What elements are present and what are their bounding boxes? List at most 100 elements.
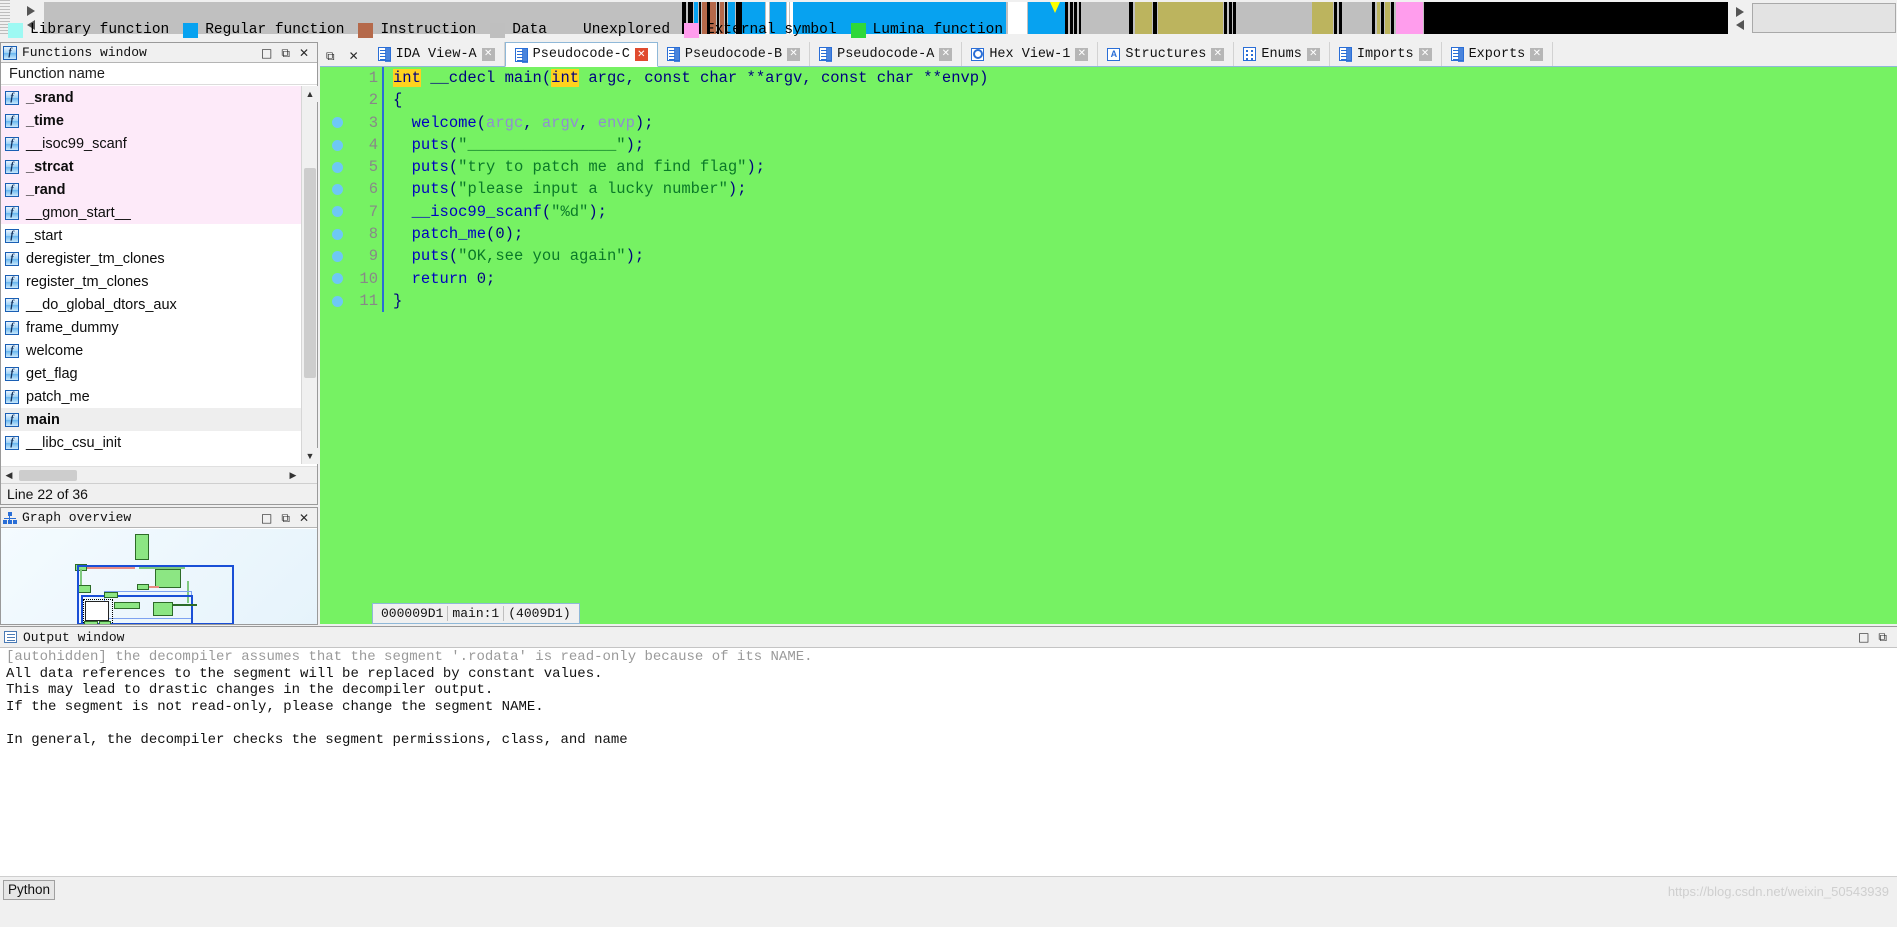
scroll-left-icon[interactable]: ◀ — [1, 467, 17, 483]
code-line-text[interactable]: return 0; — [382, 267, 495, 290]
tab-close-icon[interactable]: ✕ — [481, 47, 495, 61]
code-line-marker-icon[interactable] — [331, 295, 343, 307]
functions-float-button[interactable]: ⧉ — [281, 47, 290, 59]
breakpoint-gutter[interactable] — [320, 206, 354, 218]
breakpoint-gutter[interactable] — [320, 117, 354, 129]
code-line[interactable]: 11} — [320, 289, 1897, 313]
function-list-item[interactable]: f _strcat — [1, 155, 301, 178]
code-line[interactable]: 1 int __cdecl main(int argc, const char *… — [320, 67, 1897, 90]
graph-close-button[interactable]: ✕ — [299, 512, 309, 524]
tab-close-icon[interactable]: ✕ — [634, 48, 648, 61]
functions-restore-button[interactable]: □ — [261, 47, 272, 59]
tab-close-icon[interactable]: ✕ — [1418, 47, 1432, 61]
code-line-text[interactable]: puts("________________"); — [382, 133, 644, 157]
pseudocode-text[interactable]: 1 int __cdecl main(int argc, const char *… — [320, 67, 1897, 624]
code-line[interactable]: 9 puts("OK,see you again"); — [320, 245, 1897, 268]
editor-tab-structures[interactable]: A Structures ✕ — [1098, 42, 1235, 66]
breakpoint-gutter[interactable] — [320, 251, 354, 263]
output-restore-button[interactable]: □ — [1858, 631, 1869, 643]
code-line[interactable]: 10 return 0; — [320, 267, 1897, 290]
breakpoint-gutter[interactable] — [320, 161, 354, 173]
code-line-marker-icon[interactable] — [331, 139, 343, 151]
function-list-item[interactable]: f __gmon_start__ — [1, 201, 301, 224]
breakpoint-gutter[interactable] — [320, 139, 354, 151]
code-line-marker-icon[interactable] — [331, 228, 343, 240]
code-line[interactable]: 2{ — [320, 89, 1897, 112]
output-log[interactable]: [autohidden] the decompiler assumes that… — [0, 648, 1897, 876]
code-line-text[interactable]: puts("OK,see you again"); — [382, 245, 644, 268]
breakpoint-gutter[interactable] — [320, 295, 354, 307]
function-list-item[interactable]: f _srand — [1, 86, 301, 109]
function-list-item[interactable]: f register_tm_clones — [1, 270, 301, 293]
code-line-marker-icon[interactable] — [331, 184, 343, 196]
editor-tab-hex-view-1[interactable]: Hex View-1 ✕ — [962, 42, 1099, 66]
editor-tab-ida-view-a[interactable]: IDA View-A ✕ — [368, 42, 505, 66]
code-line-text[interactable]: } — [382, 289, 402, 313]
function-list-item[interactable]: f __libc_csu_init — [1, 431, 301, 454]
function-list-item[interactable]: f welcome — [1, 339, 301, 362]
functions-list[interactable]: f _srand f _time f __isoc99_scanf f _strcat f _ra… — [1, 86, 301, 464]
code-line-text[interactable]: patch_me(0); — [382, 223, 523, 246]
tab-close-icon[interactable]: ✕ — [939, 47, 953, 61]
code-line-marker-icon[interactable] — [331, 206, 343, 218]
python-cli-button[interactable]: Python — [3, 879, 55, 900]
scroll-up-icon[interactable]: ▲ — [302, 86, 318, 102]
code-line-text[interactable]: int __cdecl main(int argc, const char **… — [382, 67, 988, 90]
code-line[interactable]: 5 puts("try to patch me and find flag"); — [320, 156, 1897, 179]
editor-tab-pseudocode-a[interactable]: Pseudocode-A ✕ — [810, 42, 963, 66]
nav-page-right-icon[interactable] — [1736, 6, 1744, 17]
scroll-down-icon[interactable]: ▼ — [302, 448, 318, 464]
tab-close-icon[interactable]: ✕ — [1530, 47, 1544, 61]
function-list-item[interactable]: f main — [1, 408, 301, 431]
breakpoint-gutter[interactable] — [320, 228, 354, 240]
code-line-marker-icon[interactable] — [331, 273, 343, 285]
breakpoint-gutter[interactable] — [320, 184, 354, 196]
scrollbar-thumb[interactable] — [304, 168, 316, 378]
code-line-marker-icon[interactable] — [331, 161, 343, 173]
code-line-text[interactable]: puts("try to patch me and find flag"); — [382, 156, 765, 179]
output-float-button[interactable]: ⧉ — [1878, 631, 1887, 643]
breakpoint-gutter[interactable] — [320, 273, 354, 285]
editor-close-button[interactable]: ✕ — [349, 50, 359, 62]
function-list-item[interactable]: f _start — [1, 224, 301, 247]
functions-column-header[interactable]: Function name — [1, 63, 317, 85]
graph-float-button[interactable]: ⧉ — [281, 512, 290, 524]
editor-tab-pseudocode-b[interactable]: Pseudocode-B ✕ — [657, 42, 811, 66]
tab-close-icon[interactable]: ✕ — [1306, 47, 1320, 61]
function-list-item[interactable]: f patch_me — [1, 385, 301, 408]
code-line-text[interactable]: __isoc99_scanf("%d"); — [382, 200, 607, 224]
editor-tab-exports[interactable]: Exports ✕ — [1441, 42, 1554, 66]
code-line-marker-icon[interactable] — [331, 251, 343, 263]
hscrollbar-thumb[interactable] — [19, 470, 77, 481]
code-line[interactable]: 8 patch_me(0); — [320, 223, 1897, 246]
tab-close-icon[interactable]: ✕ — [787, 47, 801, 61]
functions-horizontal-scrollbar[interactable]: ◀ ▶ — [1, 466, 317, 483]
graph-overview-canvas[interactable] — [1, 529, 317, 624]
function-list-item[interactable]: f deregister_tm_clones — [1, 247, 301, 270]
functions-vertical-scrollbar[interactable]: ▲ ▼ — [301, 86, 318, 464]
code-line[interactable]: 4 puts("________________"); — [320, 133, 1897, 157]
editor-tab-imports[interactable]: Imports ✕ — [1329, 42, 1442, 66]
code-line[interactable]: 7 __isoc99_scanf("%d"); — [320, 200, 1897, 224]
tab-close-icon[interactable]: ✕ — [1211, 47, 1225, 61]
code-line-marker-icon[interactable] — [331, 117, 343, 129]
function-list-item[interactable]: f get_flag — [1, 362, 301, 385]
editor-tab-enums[interactable]: Enums ✕ — [1234, 42, 1330, 66]
code-line-text[interactable]: { — [382, 89, 402, 112]
function-list-item[interactable]: f __do_global_dtors_aux — [1, 293, 301, 316]
code-line-text[interactable]: puts("please input a lucky number"); — [382, 178, 747, 201]
nav-arrow-right-icon[interactable] — [27, 6, 35, 16]
function-list-item[interactable]: f _rand — [1, 178, 301, 201]
code-line-text[interactable]: welcome(argc, argv, envp); — [382, 111, 654, 134]
function-list-item[interactable]: f __isoc99_scanf — [1, 132, 301, 155]
pseudocode-editor[interactable]: 1 int __cdecl main(int argc, const char *… — [320, 67, 1897, 624]
editor-tab-pseudocode-c[interactable]: Pseudocode-C ✕ — [504, 42, 658, 67]
functions-close-button[interactable]: ✕ — [299, 47, 309, 59]
editor-float-button[interactable]: ⧉ — [326, 50, 335, 62]
function-list-item[interactable]: f frame_dummy — [1, 316, 301, 339]
tab-close-icon[interactable]: ✕ — [1075, 47, 1089, 61]
function-list-item[interactable]: f _time — [1, 109, 301, 132]
code-line[interactable]: 6 puts("please input a lucky number"); — [320, 178, 1897, 201]
code-line[interactable]: 3 welcome(argc, argv, envp); — [320, 111, 1897, 134]
scroll-right-icon[interactable]: ▶ — [285, 467, 301, 483]
